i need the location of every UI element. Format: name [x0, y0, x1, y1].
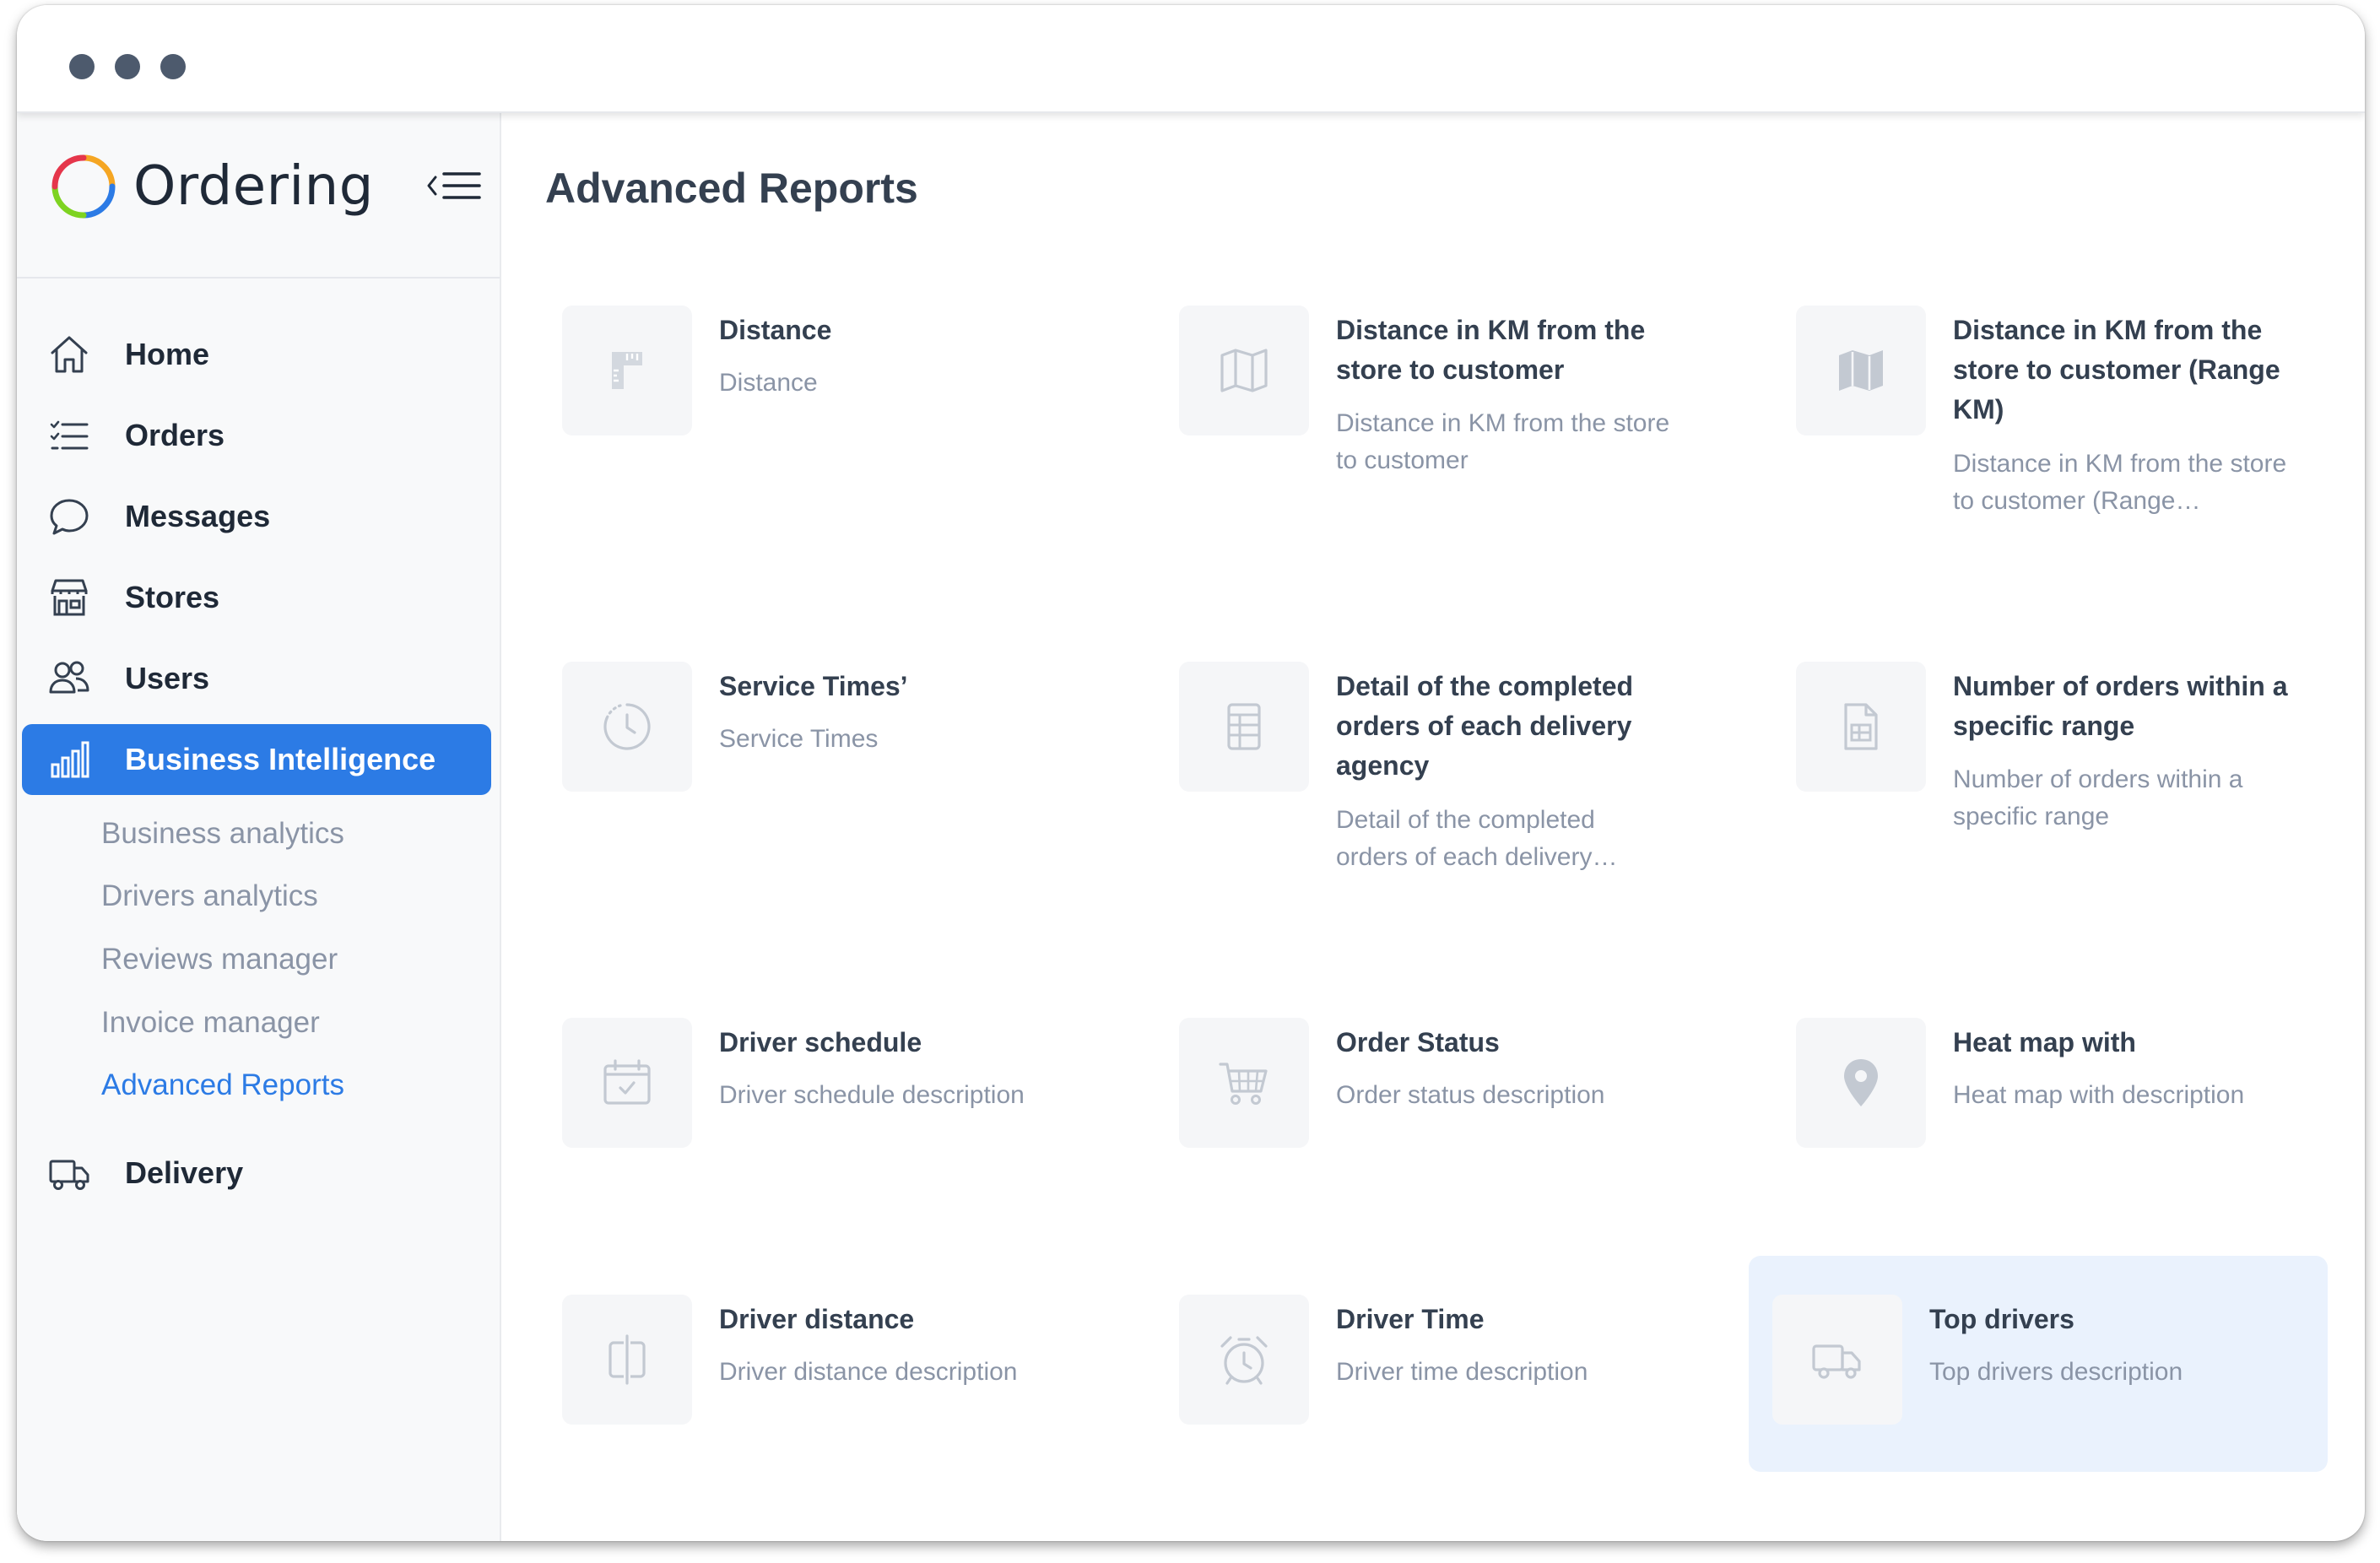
window-control-dot[interactable] — [115, 54, 140, 79]
report-title: Distance in KM from the store to custome… — [1953, 315, 2280, 425]
submenu-invoice-manager[interactable]: Invoice manager — [101, 1006, 320, 1040]
report-icon-tile — [1179, 1295, 1309, 1425]
report-icon-tile — [1772, 1295, 1902, 1425]
sidebar: Ordering Home Orders Messages Stores Use… — [17, 113, 501, 1541]
report-description: Driver distance description — [719, 1358, 1018, 1386]
report-description: Number of orders within a specific range — [1953, 765, 2243, 830]
report-description: Driver schedule description — [719, 1081, 1025, 1109]
report-title: Detail of the completed orders of each d… — [1336, 671, 1634, 781]
sidebar-item-users[interactable]: Users — [22, 643, 491, 714]
main-content: Advanced Reports Distance Distance Dista… — [503, 113, 2365, 1541]
submenu-advanced-reports[interactable]: Advanced Reports — [101, 1068, 344, 1102]
map-pin-icon — [1844, 1059, 1878, 1106]
app-window: Ordering Home Orders Messages Stores Use… — [17, 5, 2365, 1541]
report-title: Distance — [719, 315, 832, 345]
window-control-dot[interactable] — [69, 54, 95, 79]
sidebar-item-label: Business Intelligence — [125, 742, 436, 776]
sidebar-item-label: Home — [125, 337, 210, 371]
sidebar-item-label: Orders — [125, 418, 225, 452]
report-card-service-times[interactable]: Service Times’ Service Times — [538, 662, 1097, 873]
report-description: Driver time description — [1336, 1358, 1588, 1386]
report-icon-tile — [1179, 306, 1309, 435]
report-title: Service Times’ — [719, 671, 908, 701]
report-description: Heat map with description — [1953, 1081, 2245, 1109]
report-card-driver-schedule[interactable]: Driver schedule Driver schedule descript… — [538, 1018, 1097, 1229]
truck-icon — [49, 1160, 89, 1190]
sidebar-item-label: Stores — [125, 580, 220, 614]
clock-icon — [603, 703, 651, 750]
ordering-logo-icon — [51, 154, 116, 219]
report-description: Detail of the completed orders of each d… — [1336, 806, 1618, 871]
sidebar-item-orders[interactable]: Orders — [22, 400, 491, 471]
chat-bubble-icon — [50, 499, 89, 535]
sidebar-item-delivery[interactable]: Delivery — [22, 1138, 491, 1209]
submenu-business-analytics[interactable]: Business analytics — [101, 817, 344, 851]
report-icon-tile — [1796, 662, 1926, 792]
sidebar-item-label: Messages — [125, 499, 271, 533]
submenu-reviews-manager[interactable]: Reviews manager — [101, 943, 338, 976]
table-icon — [1227, 703, 1261, 750]
report-icon-tile — [1179, 662, 1309, 792]
document-icon — [1844, 703, 1878, 750]
list-icon — [50, 420, 89, 450]
report-icon-tile — [562, 1295, 692, 1425]
bar-chart-icon — [51, 741, 89, 778]
divider — [17, 277, 500, 279]
report-card-distance-km-range[interactable]: Distance in KM from the store to custome… — [1772, 306, 2331, 516]
report-card-distance-km[interactable]: Distance in KM from the store to custome… — [1155, 306, 1714, 516]
sidebar-item-stores[interactable]: Stores — [22, 562, 491, 633]
report-title: Driver distance — [719, 1304, 915, 1334]
window-titlebar — [17, 5, 2365, 113]
report-title: Number of orders within a specific range — [1953, 671, 2288, 741]
cart-icon — [1219, 1063, 1268, 1105]
report-card-delivery-agency[interactable]: Detail of the completed orders of each d… — [1155, 662, 1714, 873]
submenu-drivers-analytics[interactable]: Drivers analytics — [101, 879, 318, 913]
split-distance-icon — [609, 1334, 646, 1385]
report-title: Heat map with — [1953, 1027, 2136, 1057]
sidebar-item-label: Users — [125, 661, 210, 695]
report-card-driver-distance[interactable]: Driver distance Driver distance descript… — [538, 1295, 1097, 1506]
report-card-top-drivers[interactable]: Top drivers Top drivers description — [1749, 1256, 2328, 1472]
report-icon-tile — [1796, 1018, 1926, 1148]
report-title: Order Status — [1336, 1027, 1500, 1057]
report-description: Distance in KM from the store to custome… — [1953, 450, 2287, 515]
storefront-icon — [51, 579, 88, 616]
report-card-driver-time[interactable]: Driver Time Driver time description — [1155, 1295, 1714, 1506]
report-card-order-status[interactable]: Order Status Order status description — [1155, 1018, 1714, 1229]
brand[interactable]: Ordering — [49, 150, 374, 223]
report-icon-tile — [562, 1018, 692, 1148]
report-description: Distance — [719, 369, 818, 397]
users-icon — [49, 661, 89, 694]
report-card-heat-map[interactable]: Heat map with Heat map with description — [1772, 1018, 2331, 1229]
ruler-icon — [612, 352, 642, 389]
sidebar-item-label: Delivery — [125, 1155, 244, 1190]
alarm-clock-icon — [1220, 1336, 1268, 1385]
brand-name: Ordering — [133, 155, 374, 218]
map-outline-icon — [1220, 349, 1268, 392]
report-title: Driver schedule — [719, 1027, 922, 1057]
sidebar-item-messages[interactable]: Messages — [22, 481, 491, 552]
report-icon-tile — [1179, 1018, 1309, 1148]
report-description: Service Times — [719, 725, 879, 753]
report-description: Top drivers description — [1929, 1358, 2183, 1386]
sidebar-item-home[interactable]: Home — [22, 319, 491, 390]
report-description: Distance in KM from the store to custome… — [1336, 409, 1670, 474]
collapse-menu-icon[interactable] — [425, 165, 484, 206]
home-icon — [51, 336, 88, 373]
report-description: Order status description — [1336, 1081, 1605, 1109]
map-filled-icon — [1839, 350, 1883, 391]
window-control-dot[interactable] — [160, 54, 186, 79]
report-icon-tile — [562, 662, 692, 792]
report-card-orders-range[interactable]: Number of orders within a specific range… — [1772, 662, 2331, 873]
report-icon-tile — [1796, 306, 1926, 435]
report-card-distance[interactable]: Distance Distance — [538, 306, 1097, 516]
sidebar-item-business-intelligence[interactable]: Business Intelligence — [22, 724, 491, 795]
report-icon-tile — [562, 306, 692, 435]
calendar-check-icon — [603, 1059, 651, 1105]
report-title: Distance in KM from the store to custome… — [1336, 315, 1646, 385]
page-title: Advanced Reports — [545, 165, 918, 212]
report-title: Driver Time — [1336, 1304, 1485, 1334]
report-title: Top drivers — [1929, 1304, 2074, 1334]
truck-icon — [1812, 1344, 1861, 1379]
